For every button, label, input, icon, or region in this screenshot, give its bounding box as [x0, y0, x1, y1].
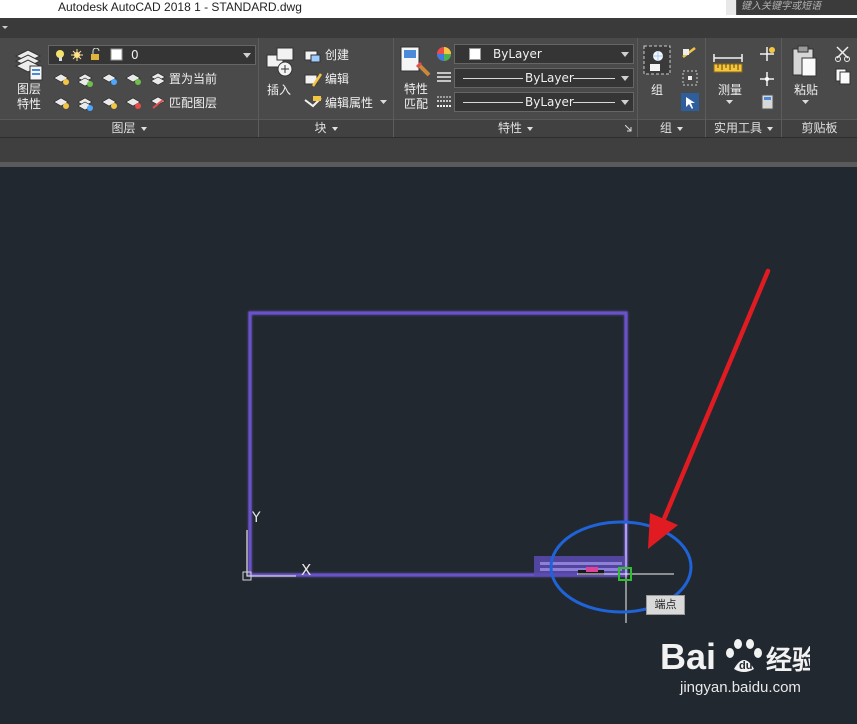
layer-properties-icon [14, 49, 43, 81]
window-title: Autodesk AutoCAD 2018 1 - STANDARD.dwg [58, 0, 302, 14]
chevron-down-icon [243, 53, 251, 58]
paste-dropdown-icon[interactable] [802, 100, 810, 106]
measure-dropdown-icon[interactable] [726, 100, 734, 106]
paste-icon [792, 45, 817, 77]
paste-label: 粘贴 [794, 83, 819, 97]
match-properties-icon [400, 46, 431, 77]
match-layer-icon [150, 96, 166, 109]
ribbon-tab-strip [0, 18, 857, 38]
clipboard-panel-footer[interactable]: 剪贴板 [782, 119, 857, 137]
block-panel: 插入 创建 编辑 编辑属性 块 [259, 38, 394, 137]
measure-button[interactable] [712, 48, 744, 78]
color-swatch [469, 48, 481, 60]
layer-properties-label: 图层 特性 [16, 82, 41, 111]
linetype-dropdown[interactable]: ByLayer [454, 68, 634, 88]
group-icon [643, 45, 671, 75]
group-button[interactable] [642, 44, 674, 78]
baidu-watermark: Bai du 经验 jingyan.baidu.com [660, 633, 818, 696]
group-panel: 组 组 [638, 38, 706, 137]
svg-text:经验: 经验 [766, 645, 810, 676]
linetype-preview [463, 78, 523, 79]
linetype-value: ByLayer [525, 71, 574, 85]
edit-attributes-button[interactable]: 编辑属性 [325, 96, 373, 110]
create-block-button[interactable]: 创建 [325, 48, 349, 62]
block-tool-icons [304, 50, 323, 108]
set-current-button[interactable]: 置为当前 [169, 72, 217, 86]
current-layer-value: 0 [131, 48, 139, 62]
svg-text:Bai: Bai [660, 636, 716, 677]
lineweight-preview [463, 102, 523, 103]
expand-icon [767, 126, 773, 131]
match-properties-button[interactable] [399, 45, 431, 79]
watermark-url: jingyan.baidu.com [680, 679, 801, 696]
chevron-down-icon [621, 52, 629, 57]
color-dropdown[interactable]: ByLayer [454, 44, 634, 64]
set-current-icon [150, 72, 166, 86]
clipboard-tool-icons[interactable] [834, 45, 852, 85]
group-panel-footer[interactable]: 组 [638, 119, 705, 137]
utilities-panel-title: 实用工具 [713, 121, 762, 135]
expand-icon [331, 126, 338, 131]
insert-block-button[interactable] [265, 45, 297, 79]
chevron-down-icon [621, 76, 629, 81]
linetype-preview-tail [573, 78, 615, 79]
utility-tool-icons[interactable] [758, 45, 778, 115]
group-tool-icons[interactable] [680, 45, 700, 115]
svg-text:du: du [739, 660, 752, 672]
lineweight-value: ByLayer [525, 95, 574, 109]
insert-label: 插入 [267, 83, 292, 97]
expand-icon [677, 126, 683, 131]
clipboard-panel-title: 剪贴板 [801, 121, 838, 135]
annotation-arrow [648, 268, 771, 549]
color-wheel-icon [437, 47, 451, 61]
layer-dropdown[interactable]: 0 [48, 45, 256, 65]
match-layer-button[interactable]: 匹配图层 [169, 96, 217, 110]
utilities-panel-footer[interactable]: 实用工具 [706, 119, 781, 137]
file-tab-bar [0, 137, 857, 162]
ucs-x-label: X [301, 561, 312, 579]
properties-panel-footer[interactable]: 特性 [394, 119, 637, 137]
layer-state-icons [56, 48, 123, 61]
chevron-down-icon [621, 100, 629, 105]
insert-block-icon [266, 47, 294, 77]
color-value: ByLayer [493, 47, 542, 61]
layers-panel-title: 图层 [111, 121, 136, 135]
layers-panel-footer[interactable]: 图层 [0, 119, 258, 137]
search-input[interactable]: 键入关键字或短语 [736, 0, 857, 15]
drawing-canvas[interactable]: Y X 端点 Bai du 经验 jingyan.baidu.com [0, 167, 857, 724]
group-panel-title: 组 [659, 121, 672, 135]
ribbon: 图层 特性 0 置为当前 匹配图层 图层 插入 创建 编辑 编辑属性 块 特性 … [0, 38, 857, 137]
paste-button[interactable] [790, 44, 820, 78]
utilities-panel: 测量 实用工具 [706, 38, 782, 137]
measure-label: 测量 [718, 83, 743, 97]
match-properties-label: 特性 匹配 [403, 82, 428, 111]
edit-attributes-dropdown-icon[interactable] [380, 100, 388, 106]
baidu-logo: Bai du 经验 [660, 636, 818, 677]
linetype-icon [437, 72, 451, 82]
layers-panel: 图层 特性 0 置为当前 匹配图层 图层 [0, 38, 259, 137]
panel-launcher-icon[interactable] [625, 125, 632, 132]
edit-block-button[interactable]: 编辑 [325, 72, 349, 86]
block-panel-footer[interactable]: 块 [259, 119, 393, 137]
ucs-y-label: Y [252, 510, 261, 526]
expand-icon [527, 126, 533, 131]
clipboard-panel: 粘贴 剪贴板 [782, 38, 857, 137]
lineweight-icon [437, 96, 451, 107]
measure-icon [713, 54, 743, 73]
quick-access-dropdown-icon[interactable] [2, 26, 8, 29]
lineweight-preview-tail [573, 102, 615, 103]
title-separator [726, 0, 736, 15]
expand-icon [140, 126, 147, 131]
properties-panel: 特性 匹配 ByLayer ByLayer ByLayer 特性 [394, 38, 638, 137]
search-placeholder: 键入关键字或短语 [741, 1, 821, 12]
group-label: 组 [651, 83, 664, 97]
lineweight-dropdown[interactable]: ByLayer [454, 92, 634, 112]
block-panel-title: 块 [314, 121, 327, 135]
title-bar: Autodesk AutoCAD 2018 1 - STANDARD.dwg 键… [0, 0, 857, 18]
rectangle-grip-cluster[interactable] [534, 556, 628, 576]
snap-tooltip: 端点 [646, 595, 685, 615]
properties-panel-title: 特性 [497, 121, 522, 135]
layer-properties-button[interactable] [12, 44, 44, 84]
